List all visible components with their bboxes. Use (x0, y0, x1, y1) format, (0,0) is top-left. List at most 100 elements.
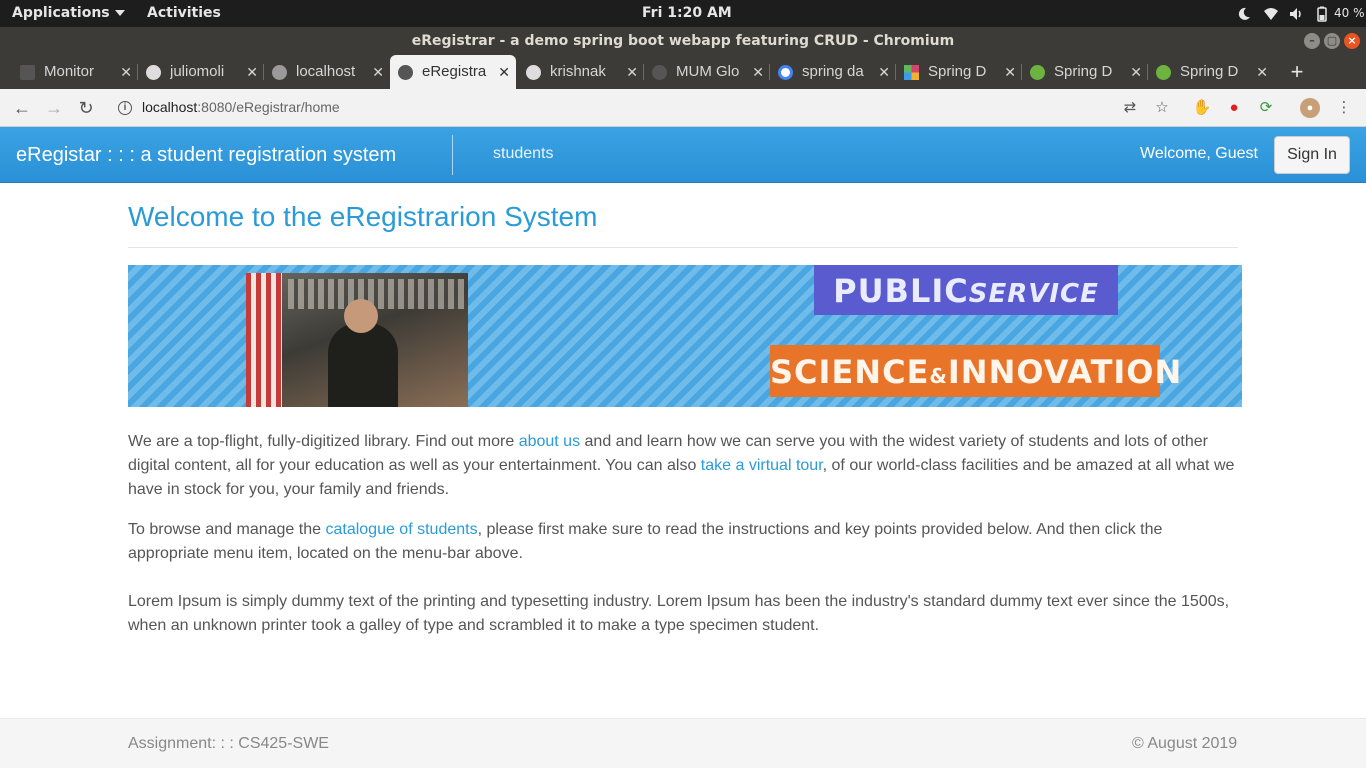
banner-ampersand: & (929, 364, 948, 388)
close-icon[interactable]: ✕ (1256, 55, 1268, 89)
catalogue-link[interactable]: catalogue of students (325, 521, 477, 538)
banner-public-service: PUBLICSERVICE (814, 265, 1118, 315)
site-footer: Assignment: : : CS425-SWE © August 2019 (0, 718, 1366, 768)
extension-sync-icon[interactable]: ⟳ (1256, 98, 1276, 118)
close-icon[interactable]: ✕ (246, 55, 258, 89)
url-host: localhost (142, 99, 198, 115)
tab-spring-d-3[interactable]: Spring D ✕ (1148, 55, 1274, 89)
minimize-button[interactable]: – (1304, 33, 1320, 49)
banner-science-innovation: SCIENCE&INNOVATION (770, 345, 1181, 397)
tab-spring-d-1[interactable]: Spring D ✕ (896, 55, 1022, 89)
about-us-link[interactable]: about us (519, 433, 580, 450)
applications-label: Applications (12, 5, 110, 21)
close-icon[interactable]: ✕ (498, 55, 510, 89)
tab-favicon-icon (20, 65, 35, 80)
github-icon (526, 65, 541, 80)
translate-icon[interactable]: ⇄ (1120, 98, 1140, 118)
activities-button[interactable]: Activities (147, 5, 221, 21)
close-icon[interactable]: ✕ (878, 55, 890, 89)
tab-google-spring[interactable]: spring da ✕ (770, 55, 896, 89)
sign-in-button[interactable]: Sign In (1274, 136, 1350, 174)
banner-science-word: SCIENCE (770, 353, 930, 391)
close-window-button[interactable]: × (1344, 33, 1360, 49)
tab-eregistrar[interactable]: eRegistra ✕ (390, 55, 516, 89)
tab-github-krishnak[interactable]: krishnak ✕ (518, 55, 644, 89)
maximize-button[interactable]: ▢ (1324, 33, 1340, 49)
back-button[interactable]: ← (10, 96, 34, 120)
banner-public-word: PUBLIC (833, 272, 969, 310)
tab-monitor[interactable]: Monitor ✕ (12, 55, 138, 89)
battery-percentage: 40 % (1334, 6, 1365, 20)
address-bar[interactable]: i localhost:8080/eRegistrar/home (110, 93, 1150, 123)
tab-label: Monitor (44, 63, 95, 80)
new-tab-button[interactable]: + (1286, 55, 1308, 89)
bookmark-star-icon[interactable]: ☆ (1152, 98, 1172, 118)
tab-spring-d-2[interactable]: Spring D ✕ (1022, 55, 1148, 89)
close-icon[interactable]: ✕ (120, 55, 132, 89)
tab-label: spring da (802, 63, 864, 80)
wifi-icon (1264, 8, 1278, 20)
close-icon[interactable]: ✕ (372, 55, 384, 89)
hero-banner-image: PUBLICSERVICE SCIENCE&INNOVATION (128, 265, 1242, 407)
url-path: :8080/eRegistrar/home (197, 99, 340, 115)
extension-gnome-icon[interactable]: ✋ (1192, 98, 1212, 118)
spring-leaf-icon (1156, 65, 1171, 80)
globe-icon (398, 65, 413, 80)
menu-kebab-icon[interactable]: ⋮ (1334, 98, 1354, 118)
lorem-paragraph: Lorem Ipsum is simply dummy text of the … (128, 593, 1230, 634)
tab-label: Spring D (928, 63, 987, 80)
browse-paragraph: To browse and manage the catalogue of st… (128, 518, 1238, 566)
avatar[interactable]: ● (1300, 98, 1320, 118)
page-title: Welcome to the eRegistrarion System (128, 201, 598, 232)
tab-localhost[interactable]: localhost ✕ (264, 55, 390, 89)
close-icon[interactable]: ✕ (1004, 55, 1016, 89)
battery-icon (1317, 6, 1327, 22)
tab-label: MUM Glo (676, 63, 740, 80)
night-mode-icon (1238, 7, 1250, 20)
google-icon (778, 65, 793, 80)
banner-innovation-word: INNOVATION (947, 353, 1183, 391)
tab-label: Spring D (1180, 63, 1239, 80)
globe-icon (652, 65, 667, 80)
reload-button[interactable]: ↻ (74, 96, 98, 120)
tab-label: Spring D (1054, 63, 1113, 80)
window-controls: – ▢ × (1300, 33, 1360, 49)
tab-strip: Monitor ✕ juliomoli ✕ localhost ✕ eRegis… (0, 55, 1366, 89)
grid-favicon-icon (904, 65, 919, 80)
intro-text-1: We are a top-flight, fully-digitized lib… (128, 433, 519, 450)
virtual-tour-link[interactable]: take a virtual tour (701, 457, 823, 474)
close-icon[interactable]: ✕ (1130, 55, 1142, 89)
banner-crowd (288, 279, 464, 309)
forward-button[interactable]: → (42, 96, 66, 120)
browse-text-1: To browse and manage the (128, 521, 326, 538)
clock[interactable]: Fri 1:20 AM (642, 5, 732, 21)
volume-icon (1290, 8, 1301, 20)
close-icon[interactable]: ✕ (626, 55, 638, 89)
site-navbar: eRegistar : : : a student registration s… (0, 127, 1366, 183)
url-text[interactable]: localhost:8080/eRegistrar/home (142, 99, 340, 115)
tab-label: eRegistra (422, 63, 487, 80)
banner-service-word: SERVICE (968, 279, 1099, 309)
welcome-text: Welcome, Guest (1140, 145, 1258, 162)
footer-copyright: © August 2019 (1132, 735, 1238, 752)
window-titlebar[interactable]: eRegistrar - a demo spring boot webapp f… (0, 27, 1366, 55)
site-brand[interactable]: eRegistar : : : a student registration s… (16, 144, 396, 167)
github-icon (146, 65, 161, 80)
tab-label: localhost (296, 63, 356, 80)
tab-mum-global[interactable]: MUM Glo ✕ (644, 55, 770, 89)
browser-toolbar: ← → ↻ i localhost:8080/eRegistrar/home ⇄… (0, 89, 1366, 127)
nav-link-students[interactable]: students (493, 145, 553, 163)
extension-opera-icon[interactable]: ● (1224, 98, 1244, 118)
chevron-down-icon (114, 10, 125, 16)
speaker-figure (328, 323, 398, 407)
nav-divider (452, 135, 453, 175)
applications-menu[interactable]: Applications (12, 5, 125, 21)
system-tray[interactable]: 40 % (1196, 0, 1366, 27)
footer-assignment: Assignment: : : CS425-SWE (128, 735, 329, 752)
window-title: eRegistrar - a demo spring boot webapp f… (411, 33, 955, 49)
close-icon[interactable]: ✕ (752, 55, 764, 89)
flag-graphic (246, 273, 282, 407)
tab-github-juliomoli[interactable]: juliomoli ✕ (138, 55, 264, 89)
info-icon[interactable]: i (118, 101, 132, 115)
tab-label: krishnak (550, 63, 606, 80)
